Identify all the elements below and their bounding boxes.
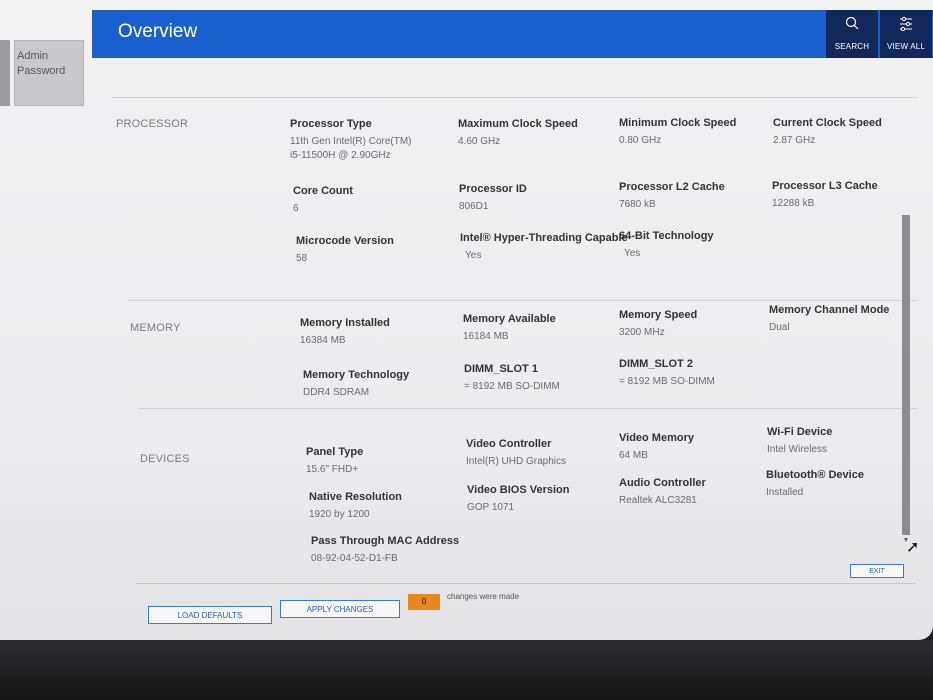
field-value: = 8192 MB SO-DIMM (464, 381, 560, 392)
view-all-label: VIEW ALL (886, 42, 926, 51)
field-dimm-slot-1: DIMM_SLOT 1 = 8192 MB SO-DIMM (464, 362, 644, 394)
field-value: 16384 MB (300, 335, 346, 346)
field-label: Processor Type (290, 118, 372, 130)
field-value: 16184 MB (463, 331, 509, 342)
overview-content: PROCESSOR Processor Type 11th Gen Intel(… (100, 65, 920, 595)
field-label: Core Count (293, 185, 353, 197)
section-divider (138, 408, 918, 409)
section-label-memory: MEMORY (130, 322, 181, 334)
load-defaults-button[interactable]: LOAD DEFAULTS (148, 606, 272, 624)
field-l3-cache: Processor L3 Cache 12288 kB (772, 179, 933, 211)
field-current-clock-speed: Current Clock Speed 2.87 GHz (773, 116, 933, 148)
changes-count-badge: 0 (408, 594, 440, 610)
field-value: 58 (296, 253, 308, 264)
sidebar-item-label-line1: Admin (17, 50, 49, 62)
field-label: DIMM_SLOT 2 (619, 358, 693, 370)
field-value: Yes (624, 248, 641, 259)
field-dimm-slot-2: DIMM_SLOT 2 = 8192 MB SO-DIMM (619, 357, 799, 389)
field-label: Processor L3 Cache (772, 180, 878, 192)
field-label: 64-Bit Technology (619, 230, 714, 242)
field-value: DDR4 SDRAM (303, 387, 370, 398)
field-native-resolution: Native Resolution 1920 by 1200 (309, 490, 489, 522)
field-core-count: Core Count 6 (293, 184, 473, 216)
header-bar: Overview SEARCH VIEW ALL (92, 10, 933, 58)
field-value: 08-92-04-52-D1-FB (311, 553, 398, 564)
field-panel-type: Panel Type 15.6" FHD+ (306, 445, 486, 477)
section-label-devices: DEVICES (140, 453, 190, 465)
field-label: DIMM_SLOT 1 (464, 363, 538, 375)
monitor-bezel (0, 640, 933, 700)
search-button[interactable]: SEARCH (826, 10, 878, 58)
search-icon (826, 16, 878, 42)
top-divider (112, 97, 918, 98)
field-label: Native Resolution (309, 491, 402, 503)
field-label: Microcode Version (296, 235, 394, 247)
field-min-clock-speed: Minimum Clock Speed 0.80 GHz (619, 116, 799, 148)
mouse-cursor-icon: ➚ (906, 539, 920, 556)
left-sidebar: Admin Password (0, 40, 92, 106)
exit-button[interactable]: EXIT (850, 564, 904, 578)
field-label: Memory Available (463, 313, 556, 325)
field-memory-installed: Memory Installed 16384 MB (300, 316, 480, 348)
changes-status-text: changes were made (447, 592, 520, 601)
field-label: Panel Type (306, 446, 364, 458)
sidebar-item-label-line2: Password (17, 65, 66, 77)
field-value: 1920 by 1200 (309, 509, 370, 520)
field-value: 11th Gen Intel(R) Core(TM) i5-11500H @ 2… (290, 136, 412, 161)
field-64bit-technology: 64-Bit Technology Yes (619, 229, 799, 261)
footer-divider (136, 583, 916, 584)
section-divider (128, 300, 918, 301)
field-value: 15.6" FHD+ (306, 464, 359, 475)
apply-changes-button[interactable]: APPLY CHANGES (280, 600, 400, 618)
field-label: Maximum Clock Speed (458, 118, 578, 130)
page-title: Overview (118, 21, 198, 42)
field-label: Current Clock Speed (773, 117, 882, 129)
field-mac-address: Pass Through MAC Address 08-92-04-52-D1-… (311, 534, 511, 566)
field-value: = 8192 MB SO-DIMM (619, 376, 715, 387)
sidebar-item-admin-password[interactable]: Admin Password (14, 40, 84, 106)
field-value: 806D1 (459, 201, 489, 212)
field-value: 6 (293, 203, 299, 214)
field-processor-type: Processor Type 11th Gen Intel(R) Core(TM… (290, 117, 470, 163)
field-processor-id: Processor ID 806D1 (459, 182, 639, 214)
field-value: 4.60 GHz (458, 136, 501, 147)
field-value: 12288 kB (772, 198, 815, 209)
sidebar-strip (0, 40, 10, 106)
field-memory-available: Memory Available 16184 MB (463, 312, 643, 344)
section-label-processor: PROCESSOR (116, 118, 189, 130)
field-max-clock-speed: Maximum Clock Speed 4.60 GHz (458, 117, 638, 149)
view-all-button[interactable]: VIEW ALL (880, 10, 932, 58)
field-label: Pass Through MAC Address (311, 535, 460, 547)
search-label: SEARCH (834, 42, 870, 51)
field-label: Minimum Clock Speed (619, 117, 737, 129)
field-memory-technology: Memory Technology DDR4 SDRAM (303, 368, 483, 400)
field-label: Memory Technology (303, 369, 410, 381)
scrollbar-thumb[interactable] (902, 215, 910, 535)
field-label: Memory Installed (300, 317, 390, 329)
bios-screen: Admin Password Overview SEARCH VIEW ALL … (0, 0, 933, 640)
field-label: Processor ID (459, 183, 527, 195)
field-value: 0.80 GHz (619, 135, 662, 146)
settings-sliders-icon (880, 16, 932, 42)
field-value: 2.87 GHz (773, 135, 816, 146)
field-microcode-version: Microcode Version 58 (296, 234, 476, 266)
